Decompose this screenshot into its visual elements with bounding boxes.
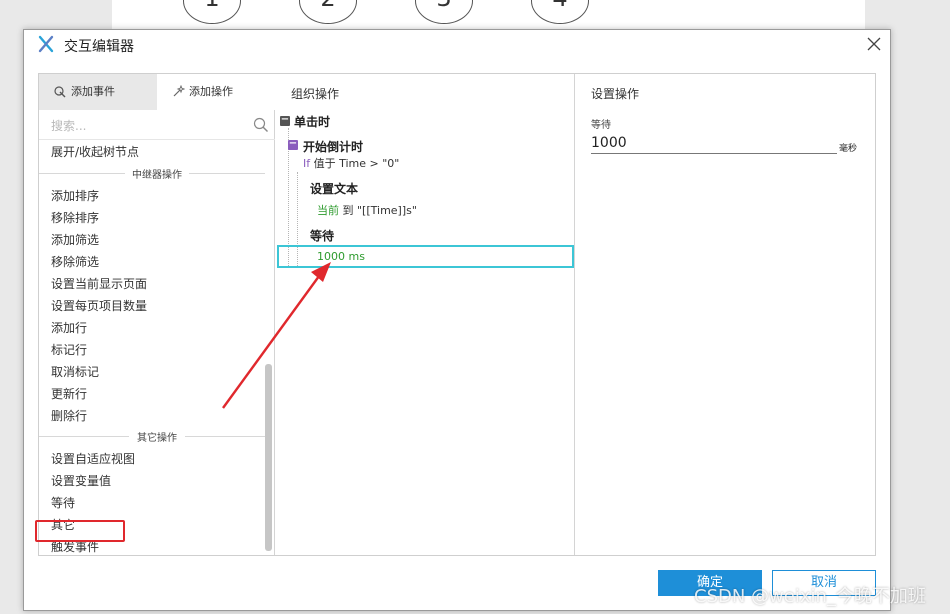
tab-add-event[interactable]: 添加事件 <box>39 74 157 110</box>
list-item[interactable]: 设置每页项目数量 <box>51 297 147 314</box>
actions-panel: 添加事件 添加操作 展开/收起树节点 <box>35 74 275 555</box>
list-item[interactable]: 移除排序 <box>51 209 99 226</box>
interaction-editor-dialog: 交互编辑器 添加事件 添加操作 搜索... 展开/收起树节点 中继器操作 添加排… <box>23 29 891 611</box>
search-input[interactable] <box>51 116 269 136</box>
tab-label: 添加操作 <box>189 85 233 98</box>
condition-text: 值于 Time > "0" <box>313 157 400 170</box>
group-label: 中继器操作 <box>132 170 182 181</box>
action-node-set-text[interactable]: 设置文本 <box>310 180 358 197</box>
panel-title: 设置操作 <box>591 87 640 101</box>
annotation-highlight-box <box>35 520 125 542</box>
list-item[interactable]: 展开/收起树节点 <box>51 143 139 160</box>
organize-actions-panel: 组织操作 − 单击时 − 开始倒计时 If 值于 Time > "0" 设置文本… <box>275 74 575 555</box>
unit-label: 毫秒 <box>839 144 858 154</box>
search-icon[interactable] <box>253 117 269 133</box>
condition-if: If <box>303 157 311 170</box>
list-item[interactable]: 移除筛选 <box>51 253 99 270</box>
list-item[interactable]: 添加排序 <box>51 187 99 204</box>
action-node-wait[interactable]: 等待 <box>310 227 334 244</box>
divider <box>189 173 265 174</box>
panel-title: 组织操作 <box>291 87 340 101</box>
configure-action-panel: 设置操作 等待 毫秒 <box>575 74 875 555</box>
divider <box>39 173 125 174</box>
case-node[interactable]: 开始倒计时 <box>303 138 363 155</box>
x-logo-icon <box>38 35 54 53</box>
group-label: 其它操作 <box>137 433 177 444</box>
editor-content: 添加事件 添加操作 展开/收起树节点 <box>35 73 876 556</box>
list-item[interactable]: 设置当前显示页面 <box>51 275 147 292</box>
list-item[interactable]: 更新行 <box>51 385 87 402</box>
list-item[interactable]: 添加筛选 <box>51 231 99 248</box>
list-item[interactable]: 取消标记 <box>51 363 99 380</box>
action-list: 展开/收起树节点 中继器操作 添加排序 移除排序 添加筛选 移除筛选 设置当前显… <box>39 140 265 555</box>
list-item[interactable]: 设置自适应视图 <box>51 450 135 467</box>
condition-node[interactable]: If 值于 Time > "0" <box>303 155 399 171</box>
list-item[interactable]: 添加行 <box>51 319 87 336</box>
divider <box>39 436 129 437</box>
panel-tabs: 添加事件 添加操作 <box>39 74 275 110</box>
scrollbar[interactable] <box>265 364 272 551</box>
wait-duration-input[interactable] <box>591 132 837 154</box>
collapse-icon[interactable]: − <box>280 115 290 126</box>
sparkle-icon <box>173 85 185 97</box>
title-bar: 交互编辑器 <box>24 30 890 60</box>
dialog-title: 交互编辑器 <box>64 39 134 55</box>
group-header-other: 其它操作 <box>39 429 265 444</box>
list-item-wait[interactable]: 等待 <box>51 494 75 511</box>
list-item[interactable]: 标记行 <box>51 341 87 358</box>
action-detail[interactable]: 当前 到 "[[Time]]s" <box>317 202 417 218</box>
list-item[interactable]: 设置变量值 <box>51 472 111 489</box>
list-item[interactable]: 删除行 <box>51 407 87 424</box>
tab-label: 添加事件 <box>71 85 115 98</box>
divider <box>185 436 265 437</box>
event-icon <box>54 86 66 98</box>
wait-field-label: 等待 <box>591 120 611 131</box>
close-icon[interactable] <box>864 34 884 54</box>
group-header-repeater: 中继器操作 <box>39 166 265 181</box>
action-rest: 到 "[[Time]]s" <box>339 204 417 217</box>
event-node[interactable]: 单击时 <box>294 113 330 130</box>
action-target: 当前 <box>317 204 339 217</box>
collapse-icon[interactable]: − <box>288 139 298 150</box>
action-detail-wait[interactable]: 1000 ms <box>317 250 365 263</box>
tab-add-action[interactable]: 添加操作 <box>157 74 275 110</box>
watermark: CSDN @weixin_今晚不加班 <box>694 586 926 607</box>
